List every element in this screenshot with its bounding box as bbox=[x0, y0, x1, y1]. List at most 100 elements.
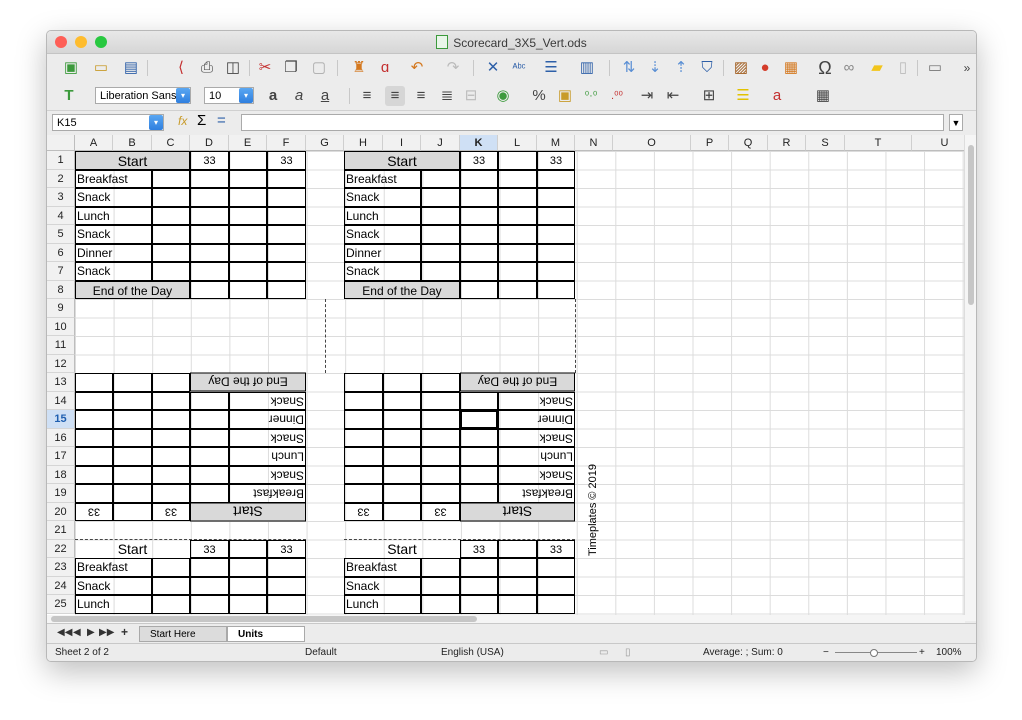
entry-cell[interactable] bbox=[383, 447, 421, 466]
column-header[interactable]: L bbox=[498, 135, 537, 151]
column-header[interactable]: T bbox=[845, 135, 912, 151]
decrease-indent-icon[interactable]: ⇤ bbox=[663, 86, 683, 106]
entry-cell[interactable] bbox=[152, 465, 190, 484]
entry-cell[interactable] bbox=[537, 595, 575, 614]
entry-cell[interactable] bbox=[267, 243, 306, 262]
entry-cell[interactable] bbox=[190, 206, 229, 225]
entry-cell[interactable] bbox=[152, 188, 190, 207]
entry-cell[interactable] bbox=[460, 428, 498, 447]
entry-cell[interactable] bbox=[190, 595, 229, 614]
entry-cell[interactable] bbox=[460, 225, 498, 244]
sort-icon[interactable]: ⇅ bbox=[619, 58, 639, 78]
entry-cell[interactable] bbox=[229, 169, 267, 188]
entry-cell[interactable] bbox=[498, 169, 537, 188]
entry-cell[interactable] bbox=[344, 447, 383, 466]
entry-cell[interactable] bbox=[537, 280, 575, 299]
entry-cell[interactable] bbox=[498, 576, 537, 595]
entry-cell[interactable] bbox=[267, 188, 306, 207]
align-center-icon[interactable]: ≡ bbox=[385, 86, 405, 106]
previous-sheet-button[interactable]: ◀ bbox=[73, 627, 81, 638]
entry-cell[interactable] bbox=[190, 188, 229, 207]
paste-icon[interactable]: ▢ bbox=[309, 58, 329, 78]
entry-cell[interactable] bbox=[460, 188, 498, 207]
entry-cell[interactable] bbox=[421, 595, 460, 614]
score-cell[interactable] bbox=[460, 539, 498, 558]
entry-cell[interactable] bbox=[75, 447, 113, 466]
cut-icon[interactable]: ✂ bbox=[255, 58, 275, 78]
sheet-tab-units-tracker[interactable]: Units Tracker bbox=[227, 626, 305, 656]
row-header[interactable]: 24 bbox=[47, 576, 75, 595]
entry-cell[interactable] bbox=[537, 225, 575, 244]
entry-cell[interactable] bbox=[113, 447, 152, 466]
entry-cell[interactable] bbox=[344, 428, 383, 447]
entry-cell[interactable] bbox=[383, 391, 421, 410]
print-icon[interactable]: ⎙ bbox=[197, 58, 217, 78]
define-print-area-icon[interactable]: ▭ bbox=[925, 58, 945, 78]
row-header[interactable]: 1 bbox=[47, 151, 75, 170]
entry-cell[interactable] bbox=[421, 447, 460, 466]
entry-cell[interactable] bbox=[267, 225, 306, 244]
column-header[interactable]: B bbox=[113, 135, 152, 151]
export-pdf-icon[interactable]: ⟨ bbox=[171, 58, 191, 78]
entry-cell[interactable] bbox=[460, 558, 498, 577]
row-header[interactable]: 4 bbox=[47, 206, 75, 225]
entry-cell[interactable] bbox=[152, 391, 190, 410]
entry-cell[interactable] bbox=[190, 280, 229, 299]
entry-cell[interactable] bbox=[190, 576, 229, 595]
horizontal-scroll-thumb[interactable] bbox=[51, 616, 477, 622]
entry-cell[interactable] bbox=[498, 558, 537, 577]
entry-cell[interactable] bbox=[267, 262, 306, 281]
entry-cell[interactable] bbox=[152, 373, 190, 392]
row-header[interactable]: 7 bbox=[47, 262, 75, 281]
entry-cell[interactable] bbox=[498, 262, 537, 281]
borders-icon[interactable]: ⊞ bbox=[699, 86, 719, 106]
entry-cell[interactable] bbox=[152, 595, 190, 614]
row-header[interactable]: 25 bbox=[47, 595, 75, 614]
row-header[interactable]: 13 bbox=[47, 373, 75, 392]
horizontal-scrollbar[interactable] bbox=[47, 615, 965, 623]
entry-cell[interactable] bbox=[383, 428, 421, 447]
column-header[interactable]: M bbox=[537, 135, 575, 151]
language[interactable]: English (USA) bbox=[441, 644, 504, 661]
entry-cell[interactable] bbox=[152, 206, 190, 225]
entry-cell[interactable] bbox=[460, 169, 498, 188]
row-header[interactable]: 21 bbox=[47, 521, 75, 540]
score-cell[interactable] bbox=[229, 151, 267, 170]
entry-cell[interactable] bbox=[113, 465, 152, 484]
entry-cell[interactable] bbox=[113, 428, 152, 447]
column-header[interactable]: Q bbox=[729, 135, 768, 151]
entry-cell[interactable] bbox=[460, 576, 498, 595]
row-header[interactable]: 6 bbox=[47, 243, 75, 262]
entry-cell[interactable] bbox=[229, 188, 267, 207]
entry-cell[interactable] bbox=[152, 484, 190, 503]
column-icon[interactable]: ▥ bbox=[577, 58, 597, 78]
row-header[interactable]: 22 bbox=[47, 539, 75, 558]
entry-cell[interactable] bbox=[537, 262, 575, 281]
entry-cell[interactable] bbox=[498, 225, 537, 244]
entry-cell[interactable] bbox=[267, 169, 306, 188]
increase-indent-icon[interactable]: ⇥ bbox=[637, 86, 657, 106]
column-header[interactable]: P bbox=[691, 135, 729, 151]
entry-cell[interactable] bbox=[229, 206, 267, 225]
spreadsheet-grid[interactable]: A B C D E F G H I J K L M N O P Q R S T U 1 2 3 4 5 6 7 8 9 10 11 12 13 14… bbox=[47, 135, 976, 621]
insert-chart-icon[interactable]: ● bbox=[755, 58, 775, 78]
autofilter-icon[interactable]: ⛉ bbox=[697, 58, 717, 78]
zoom-slider-thumb[interactable] bbox=[870, 649, 878, 657]
entry-cell[interactable] bbox=[421, 225, 460, 244]
entry-cell[interactable] bbox=[460, 262, 498, 281]
row-header[interactable]: 16 bbox=[47, 428, 75, 447]
entry-cell[interactable] bbox=[75, 428, 113, 447]
open-icon[interactable]: ▭ bbox=[91, 58, 111, 78]
save-icon[interactable]: ▤ bbox=[121, 58, 141, 78]
entry-cell[interactable] bbox=[421, 262, 460, 281]
add-decimal-icon[interactable]: ⁰·⁰ bbox=[581, 86, 601, 106]
pivot-table-icon[interactable]: ▦ bbox=[781, 58, 801, 78]
clone-formatting-icon[interactable]: ♜ bbox=[349, 58, 369, 78]
score-cell[interactable] bbox=[383, 502, 421, 521]
row-header[interactable]: 11 bbox=[47, 336, 75, 355]
entry-cell[interactable] bbox=[229, 243, 267, 262]
entry-cell[interactable] bbox=[383, 465, 421, 484]
entry-cell[interactable] bbox=[267, 558, 306, 577]
sum-icon[interactable]: Σ bbox=[197, 112, 206, 129]
entry-cell[interactable] bbox=[537, 169, 575, 188]
